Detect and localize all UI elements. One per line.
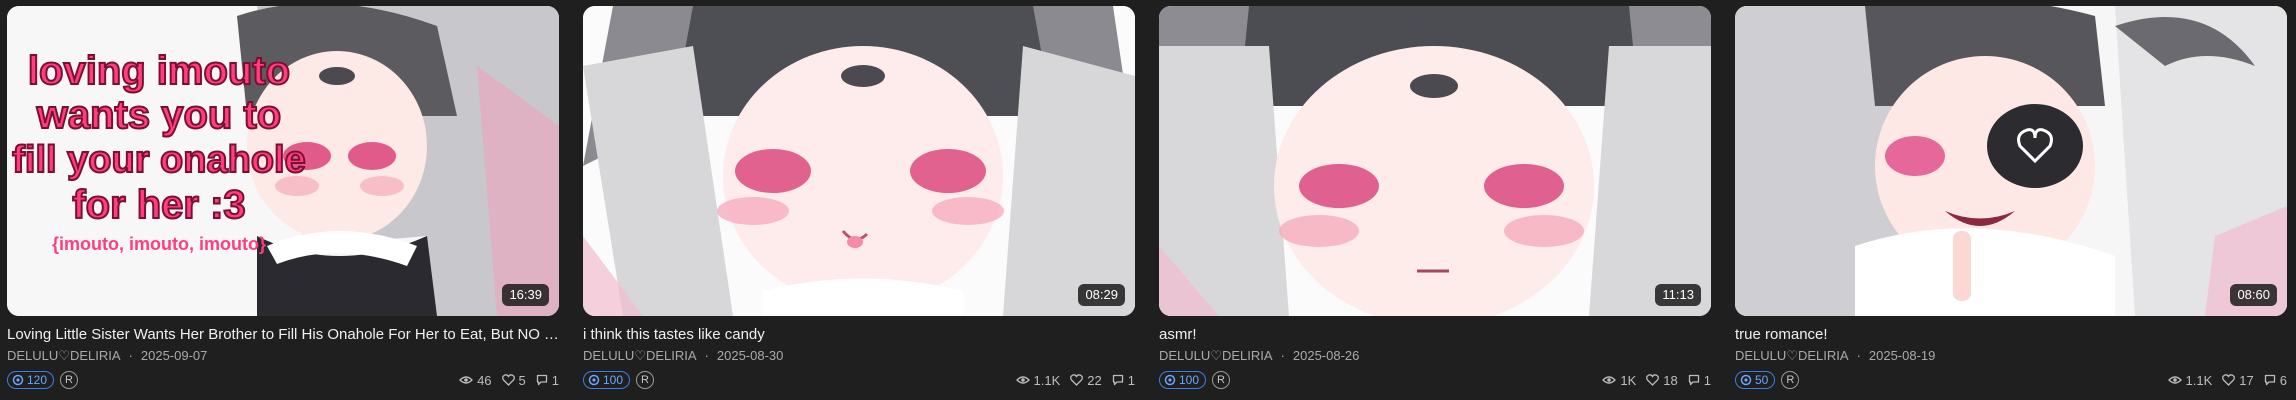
views-count: 46 (477, 372, 492, 388)
score-badge: 100 (1159, 371, 1207, 389)
likes-stat: 18 (1646, 372, 1678, 388)
score-value: 100 (603, 373, 624, 387)
video-title[interactable]: true romance! (1735, 326, 2287, 344)
overlay-line-2: wants you to (36, 93, 281, 137)
heart-icon (501, 374, 515, 386)
duration-badge: 11:13 (1655, 284, 1701, 306)
video-card[interactable]: loving imouto wants you to fill your ona… (7, 6, 559, 390)
upload-date: 2025-08-19 (1868, 348, 1936, 363)
score-badge: 50 (1735, 371, 1776, 389)
eye-icon (1015, 376, 1030, 384)
separator-dot: · (1280, 348, 1285, 363)
score-icon (12, 374, 24, 386)
rating-badge: R (636, 371, 655, 389)
upload-date: 2025-08-26 (1292, 348, 1360, 363)
comments-stat: 1 (1688, 373, 1711, 388)
overlay-subline: {imouto, imouto, imouto} (52, 234, 266, 254)
likes-stat: 17 (2222, 372, 2254, 388)
upload-date: 2025-08-30 (716, 348, 784, 363)
thumbnail-art: loving imouto wants you to fill your ona… (7, 6, 559, 316)
likes-stat: 22 (1070, 372, 1102, 388)
comment-icon (1688, 374, 1699, 386)
views-stat: 1.1K (2167, 372, 2213, 388)
stats-row: 100 R 1.1K 22 1 (583, 370, 1135, 390)
comments-count: 6 (2279, 372, 2287, 388)
score-badge: 120 (7, 371, 55, 389)
thumbnail-art (1159, 6, 1711, 316)
separator-dot: · (704, 348, 709, 363)
score-value: 50 (1755, 373, 1769, 387)
video-card[interactable]: 08:29 i think this tastes like candy DEL… (583, 6, 1135, 390)
views-stat: 46 (459, 372, 492, 388)
score-icon (588, 374, 600, 386)
likes-stat: 5 (501, 372, 526, 388)
score-value: 100 (1179, 373, 1200, 387)
comment-icon (1112, 374, 1123, 386)
likes-count: 18 (1663, 372, 1678, 388)
overlay-line-4: for her :3 (72, 183, 245, 227)
score-badge: 100 (583, 371, 631, 389)
video-meta: DELULU♡DELIRIA · 2025-09-07 (7, 348, 559, 364)
video-title[interactable]: asmr! (1159, 326, 1711, 344)
thumbnail-art (1735, 6, 2287, 316)
comments-stat: 6 (2264, 373, 2287, 388)
thumbnail-art (583, 6, 1135, 316)
rating-badge: R (1212, 371, 1231, 389)
comments-count: 1 (1127, 372, 1135, 388)
video-card[interactable]: 11:13 asmr! DELULU♡DELIRIA · 2025-08-26 10… (1159, 6, 1711, 390)
separator-dot: · (128, 348, 133, 363)
likes-count: 22 (1087, 372, 1102, 388)
comments-count: 1 (551, 372, 559, 388)
video-title[interactable]: Loving Little Sister Wants Her Brother t… (7, 326, 559, 344)
author-link[interactable]: DELULU♡DELIRIA (1159, 348, 1273, 363)
video-thumbnail[interactable]: loving imouto wants you to fill your ona… (7, 6, 559, 316)
video-meta: DELULU♡DELIRIA · 2025-08-19 (1735, 348, 2287, 364)
video-thumbnail[interactable]: 08:29 (583, 6, 1135, 316)
video-thumbnail[interactable]: 08:60 (1735, 6, 2287, 316)
rating-badge: R (1781, 371, 1800, 389)
views-stat: 1.1K (1015, 372, 1061, 388)
stats-row: 120 R 46 5 1 (7, 370, 559, 390)
video-card[interactable]: 08:60 true romance! DELULU♡DELIRIA · 2025-… (1735, 6, 2287, 390)
video-title[interactable]: i think this tastes like candy (583, 326, 1135, 344)
eye-icon (2167, 376, 2182, 384)
eye-icon (1602, 376, 1617, 384)
likes-count: 17 (2239, 372, 2254, 388)
comment-icon (536, 374, 547, 386)
duration-badge: 08:29 (1078, 284, 1125, 306)
heart-icon (1070, 374, 1084, 386)
overlay-line-3: fill your onahole (12, 139, 305, 181)
video-meta: DELULU♡DELIRIA · 2025-08-30 (583, 348, 1135, 364)
upload-date: 2025-09-07 (140, 348, 208, 363)
video-thumbnail[interactable]: 11:13 (1159, 6, 1711, 316)
heart-icon (2222, 374, 2236, 386)
author-link[interactable]: DELULU♡DELIRIA (7, 348, 121, 363)
duration-badge: 16:39 (502, 284, 549, 306)
stats-row: 100 R 1K 18 1 (1159, 370, 1711, 390)
overlay-line-1: loving imouto (28, 49, 290, 93)
author-link[interactable]: DELULU♡DELIRIA (583, 348, 697, 363)
score-icon (1164, 374, 1176, 386)
heart-icon (1646, 374, 1660, 386)
separator-dot: · (1856, 348, 1861, 363)
duration-badge: 08:60 (2230, 284, 2277, 306)
comment-icon (2264, 374, 2275, 386)
views-count: 1.1K (1033, 372, 1061, 388)
author-link[interactable]: DELULU♡DELIRIA (1735, 348, 1849, 363)
video-grid: loving imouto wants you to fill your ona… (0, 0, 2296, 400)
views-count: 1K (1620, 372, 1637, 388)
views-stat: 1K (1602, 373, 1636, 388)
comments-stat: 1 (1112, 373, 1135, 388)
likes-count: 5 (518, 372, 526, 388)
score-value: 120 (27, 373, 48, 387)
score-icon (1740, 374, 1752, 386)
comments-stat: 1 (536, 373, 559, 388)
stats-row: 50 R 1.1K 17 6 (1735, 370, 2287, 390)
comments-count: 1 (1703, 372, 1711, 388)
rating-badge: R (60, 371, 79, 389)
views-count: 1.1K (2185, 372, 2213, 388)
eye-icon (459, 376, 473, 384)
video-meta: DELULU♡DELIRIA · 2025-08-26 (1159, 348, 1711, 364)
